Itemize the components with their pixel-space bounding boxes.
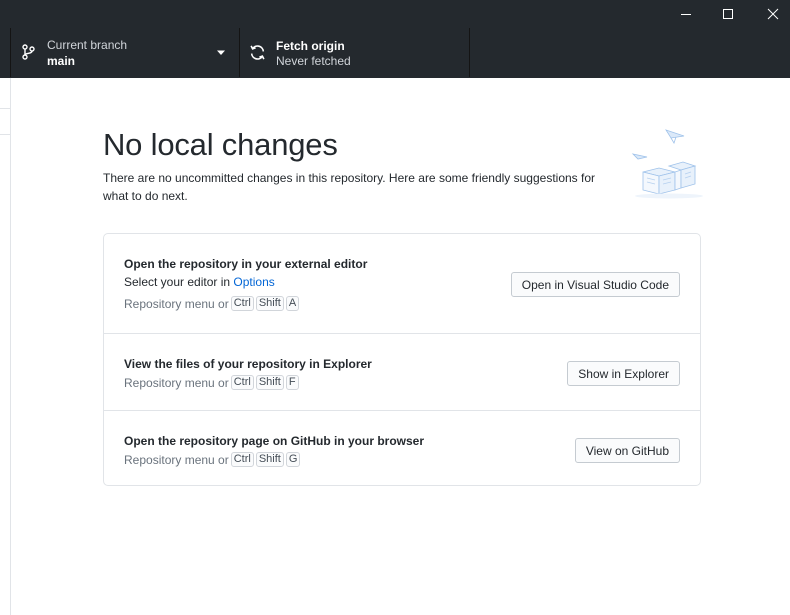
intro-text: There are no uncommitted changes in this… — [103, 171, 596, 203]
empty-state-illustration — [631, 129, 703, 199]
key-shift: Shift — [255, 296, 284, 311]
current-branch-dropdown[interactable]: Current branch main — [10, 28, 240, 77]
show-in-explorer-button[interactable]: Show in Explorer — [567, 361, 680, 386]
minimize-icon — [680, 13, 691, 15]
suggestion-row: Open the repository in your external edi… — [104, 234, 700, 333]
fetch-title: Fetch origin — [276, 39, 345, 53]
close-button[interactable] — [750, 0, 790, 27]
maximize-icon — [722, 8, 733, 19]
subtitle-text: Select your editor in — [124, 275, 234, 289]
title-bar — [0, 0, 790, 27]
hint-text: Repository menu or — [124, 375, 229, 390]
chevron-down-icon — [217, 50, 225, 55]
key-ctrl: Ctrl — [230, 375, 254, 390]
page-title: No local changes — [103, 127, 338, 162]
toolbar: Current branch main Fetch origin Never f… — [0, 27, 790, 78]
sidebar — [0, 78, 11, 615]
key-ctrl: Ctrl — [230, 452, 254, 467]
suggestion-subtitle: Select your editor in Options — [124, 275, 275, 289]
minimize-button[interactable] — [663, 0, 708, 27]
suggestion-title: View the files of your repository in Exp… — [124, 357, 372, 371]
sidebar-divider — [0, 134, 10, 135]
fetch-description: Never fetched — [276, 54, 351, 68]
hint-text: Repository menu or — [124, 296, 229, 311]
suggestion-row: Open the repository page on GitHub in yo… — [104, 410, 700, 486]
git-branch-icon — [22, 44, 35, 60]
view-on-github-button[interactable]: View on GitHub — [574, 438, 680, 463]
fetch-origin-button[interactable]: Fetch origin Never fetched — [240, 28, 470, 77]
shortcut-hint: Repository menu or Ctrl Shift F — [124, 375, 299, 390]
open-in-editor-button[interactable]: Open in Visual Studio Code — [510, 272, 680, 297]
shortcut-hint: Repository menu or Ctrl Shift G — [124, 452, 301, 467]
options-link[interactable]: Options — [233, 275, 274, 289]
suggestion-title: Open the repository in your external edi… — [124, 257, 368, 271]
branch-name: main — [47, 54, 76, 68]
shortcut-hint: Repository menu or Ctrl Shift A — [124, 296, 300, 311]
no-changes-view: No local changes There are no uncommitte… — [11, 78, 790, 615]
sync-icon — [250, 45, 265, 60]
key-shift: Shift — [255, 452, 284, 467]
suggestion-row: View the files of your repository in Exp… — [104, 333, 700, 411]
key-ctrl: Ctrl — [230, 296, 254, 311]
key-f: F — [285, 375, 299, 390]
key-shift: Shift — [255, 375, 284, 390]
suggestions-card: Open the repository in your external edi… — [103, 233, 701, 486]
sidebar-divider — [0, 108, 10, 109]
key-a: A — [285, 296, 300, 311]
suggestion-title: Open the repository page on GitHub in yo… — [124, 434, 425, 448]
maximize-button[interactable] — [705, 0, 750, 27]
close-icon — [767, 8, 778, 19]
branch-label: Current branch — [47, 38, 128, 52]
key-g: G — [285, 452, 301, 467]
hint-text: Repository menu or — [124, 452, 229, 467]
